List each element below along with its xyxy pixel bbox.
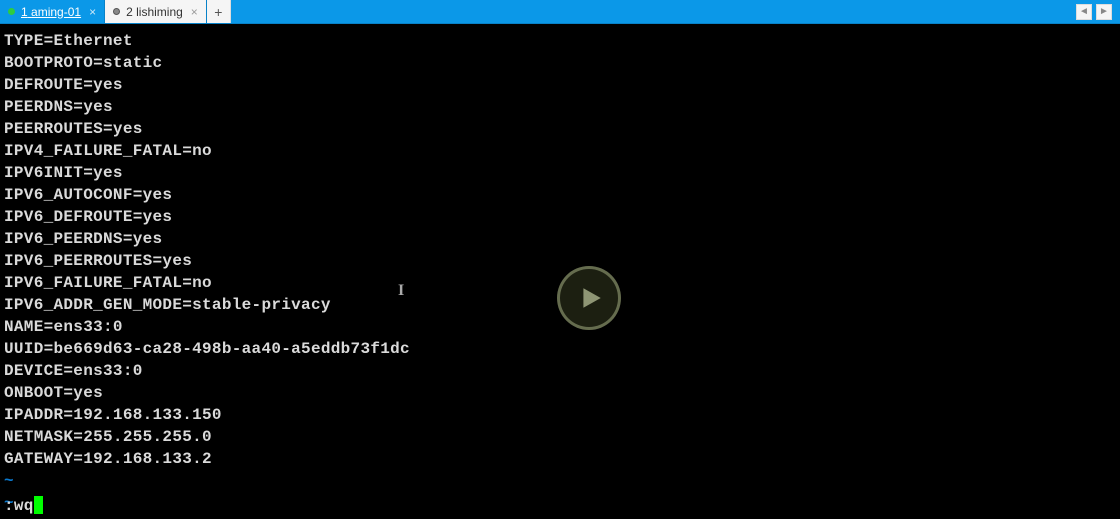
tab-title: aming-01 — [31, 5, 81, 19]
tab-bar: 1 aming-01 × 2 lishiming × + ◄ ► — [0, 0, 1120, 24]
next-tab-icon[interactable]: ► — [1096, 4, 1112, 20]
config-line: PEERDNS=yes — [4, 96, 1116, 118]
config-line: IPV6INIT=yes — [4, 162, 1116, 184]
vim-command-line[interactable]: :wq — [4, 495, 43, 517]
config-line: ONBOOT=yes — [4, 382, 1116, 404]
vim-empty-line: ~ — [4, 492, 1116, 514]
play-icon — [578, 285, 604, 311]
tab-nav-right: ◄ ► — [1068, 0, 1120, 23]
config-line: IPV6_DEFROUTE=yes — [4, 206, 1116, 228]
prev-tab-icon[interactable]: ◄ — [1076, 4, 1092, 20]
new-tab-button[interactable]: + — [207, 0, 231, 23]
tab-title: lishiming — [136, 5, 183, 19]
config-line: IPV4_FAILURE_FATAL=no — [4, 140, 1116, 162]
config-line: TYPE=Ethernet — [4, 30, 1116, 52]
tab-aming-01[interactable]: 1 aming-01 × — [0, 0, 105, 23]
config-line: IPV6_PEERDNS=yes — [4, 228, 1116, 250]
terminal-cursor-icon — [34, 496, 43, 514]
config-line: GATEWAY=192.168.133.2 — [4, 448, 1116, 470]
terminal-view[interactable]: TYPE=Ethernet BOOTPROTO=static DEFROUTE=… — [0, 24, 1120, 519]
config-line: NETMASK=255.255.255.0 — [4, 426, 1116, 448]
config-line: PEERROUTES=yes — [4, 118, 1116, 140]
config-line: IPV6_AUTOCONF=yes — [4, 184, 1116, 206]
config-line: UUID=be669d63-ca28-498b-aa40-a5eddb73f1d… — [4, 338, 1116, 360]
config-line: DEFROUTE=yes — [4, 74, 1116, 96]
config-line: DEVICE=ens33:0 — [4, 360, 1116, 382]
status-dot-connected-icon — [8, 8, 15, 15]
config-line: IPV6_PEERROUTES=yes — [4, 250, 1116, 272]
config-line: BOOTPROTO=static — [4, 52, 1116, 74]
command-text: :wq — [4, 497, 34, 515]
config-line: IPADDR=192.168.133.150 — [4, 404, 1116, 426]
text-caret-icon: I — [398, 280, 399, 296]
tab-index: 2 — [126, 5, 133, 19]
tab-lishiming[interactable]: 2 lishiming × — [105, 0, 207, 23]
tab-index: 1 — [21, 5, 28, 19]
close-icon[interactable]: × — [191, 5, 198, 19]
vim-empty-line: ~ — [4, 470, 1116, 492]
config-line: NAME=ens33:0 — [4, 316, 1116, 338]
close-icon[interactable]: × — [89, 5, 96, 19]
play-button[interactable] — [557, 266, 621, 330]
status-dot-modified-icon — [113, 8, 120, 15]
